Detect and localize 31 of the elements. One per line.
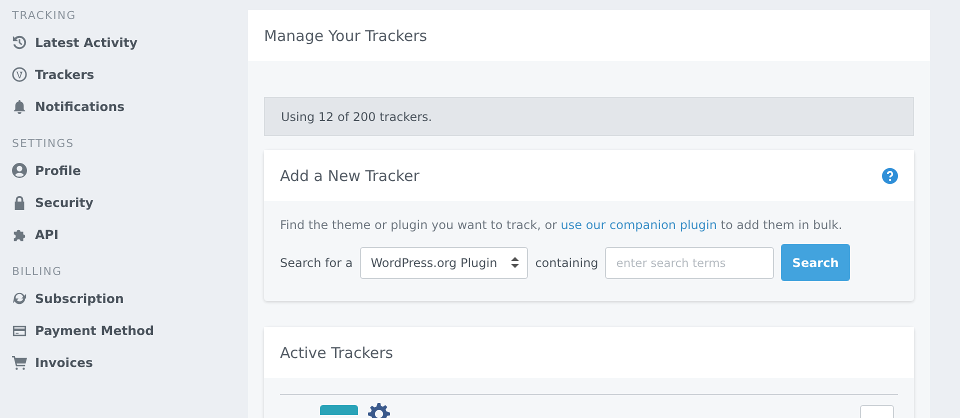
sidebar-item[interactable]: Security [12, 186, 248, 218]
sidebar-item[interactable]: Payment Method [12, 314, 248, 346]
section-heading: TRACKING [12, 9, 78, 22]
sidebar-item[interactable]: API [12, 218, 248, 250]
history-icon [12, 34, 27, 50]
sidebar-item[interactable]: Invoices [12, 346, 248, 378]
section-heading: SETTINGS [12, 137, 76, 150]
search-label: Search for a [280, 256, 353, 270]
intro-text: Find the theme or plugin you want to track, or use our companion plugin to add them in bulk. [280, 218, 844, 232]
search-field[interactable]: enter search terms [605, 246, 774, 278]
usage-notice: Using 12 of 200 trackers. [264, 97, 914, 136]
bell-icon [12, 98, 27, 114]
user-icon [12, 162, 27, 178]
sidebar-item[interactable]: Notifications [12, 90, 248, 122]
sidebar-item[interactable]: Subscription [12, 282, 248, 314]
section-heading: BILLING [12, 265, 64, 278]
tracker-badge [320, 405, 358, 415]
sidebar-item[interactable]: Trackers [12, 58, 248, 90]
lock-icon [12, 194, 27, 210]
refresh-icon [12, 290, 27, 306]
type-select[interactable]: WordPress.org Plugin [360, 246, 528, 278]
caret-icon [511, 257, 520, 268]
wordpress-icon [12, 66, 27, 82]
containing-label: containing [535, 256, 598, 270]
card-title: Active Trackers [280, 344, 394, 362]
help-icon[interactable] [882, 168, 898, 184]
sidebar-item[interactable]: Profile [12, 154, 248, 186]
cart-icon [12, 354, 27, 370]
page-title: Manage Your Trackers [248, 10, 930, 61]
card-title: Add a New Tracker [280, 166, 420, 184]
sidebar-item[interactable]: Latest Activity [12, 26, 248, 58]
